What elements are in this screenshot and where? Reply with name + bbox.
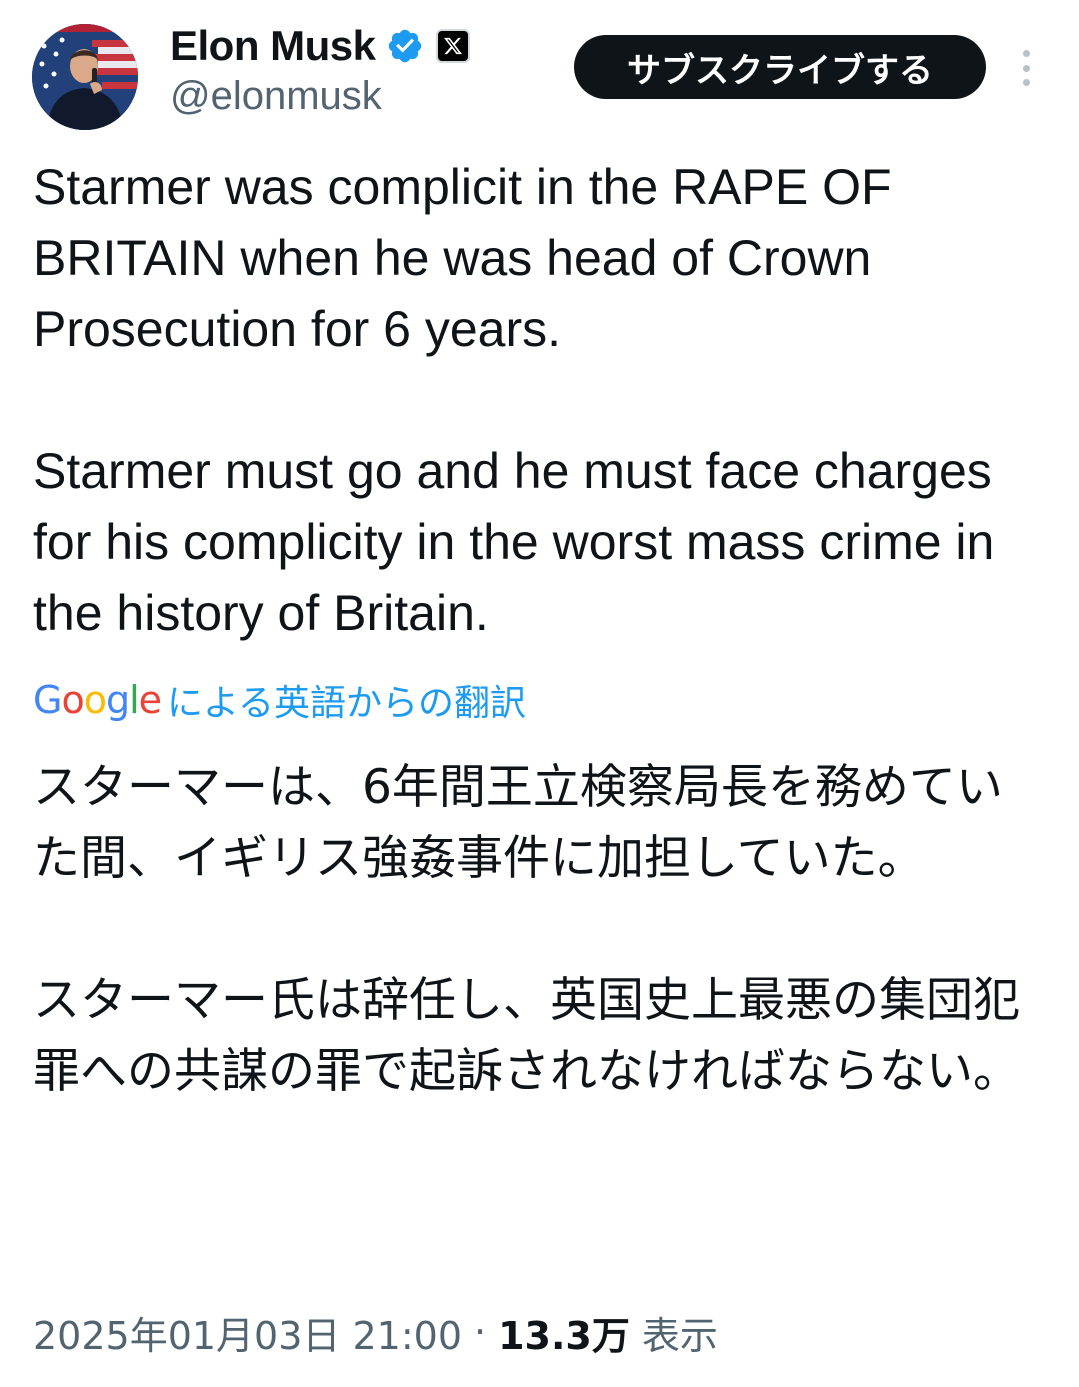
views-count[interactable]: 13.3万 xyxy=(498,1305,630,1360)
tweet-paragraph: Starmer must go and he must face charges… xyxy=(33,443,995,641)
translation-label[interactable]: による英語からの翻訳 xyxy=(167,674,526,726)
translation-attribution[interactable]: Google による英語からの翻訳 xyxy=(33,672,526,728)
author-handle[interactable]: @elonmusk xyxy=(170,74,382,119)
author-display-name[interactable]: Elon Musk xyxy=(170,22,376,70)
meta-separator: · xyxy=(474,1310,487,1354)
author-avatar[interactable] xyxy=(32,24,138,130)
more-dot xyxy=(1022,79,1030,86)
more-dot xyxy=(1022,50,1030,57)
author-name-row: Elon Musk xyxy=(170,18,470,74)
tweet-paragraph: Starmer was complicit in the RAPE OF BRI… xyxy=(33,159,892,357)
verified-badge-icon[interactable] xyxy=(386,27,424,65)
views-label: 表示 xyxy=(641,1313,718,1358)
tweet-timestamp[interactable]: 2025年01月03日 21:00 xyxy=(33,1305,462,1360)
x-logo-icon[interactable] xyxy=(435,29,470,63)
tweet-meta: 2025年01月03日 21:00 · 13.3万 表示 xyxy=(33,1302,718,1362)
subscribe-button[interactable]: サブスクライブする xyxy=(574,35,986,99)
x-logo-glyph xyxy=(443,37,462,55)
google-logo: Google xyxy=(33,678,162,722)
more-vertical-icon[interactable] xyxy=(1010,46,1042,90)
translated-paragraph: スターマーは、6年間王立検察局長を務めていた間、イギリス強姦事件に加担していた。 xyxy=(33,760,1003,886)
translated-text: スターマーは、6年間王立検察局長を務めていた間、イギリス強姦事件に加担していた。… xyxy=(33,752,1043,1107)
translated-paragraph: スターマー氏は辞任し、英国史上最悪の集団犯罪への共謀の罪で起訴されなければならな… xyxy=(33,973,1020,1099)
more-dot xyxy=(1022,64,1030,72)
tweet-text: Starmer was complicit in the RAPE OF BRI… xyxy=(33,152,1043,649)
avatar-image xyxy=(32,24,138,130)
